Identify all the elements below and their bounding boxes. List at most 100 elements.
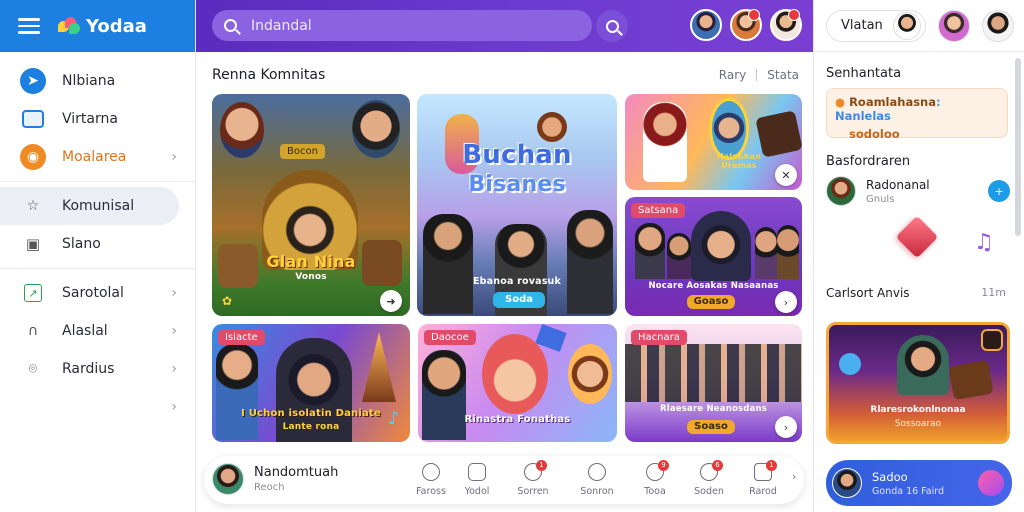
picture-icon: ▣	[25, 235, 41, 253]
sidebar-item-8[interactable]: ⌾ Rardius ›	[0, 350, 195, 388]
card-tag: Bocon	[280, 144, 325, 159]
send-icon: ➤	[20, 68, 46, 94]
dock-label: Rarod	[749, 486, 777, 497]
avatar[interactable]	[937, 9, 970, 42]
dock-label: Sonron	[580, 486, 614, 497]
card-tag: Isiacte	[218, 330, 265, 345]
account-pill[interactable]: Vlatan	[826, 9, 926, 42]
watch-pill[interactable]: Goaso	[687, 295, 735, 309]
account-name: Vlatan	[841, 18, 883, 33]
media-card[interactable]: Buchan Bisanes Ebanoa rovasuk Soda	[417, 94, 617, 316]
card-title: Rlaresrokonlnonaa	[870, 405, 966, 415]
media-card[interactable]: Bocon Glan Nina Vonos ➜ ✿	[212, 94, 410, 316]
search-button[interactable]	[596, 10, 628, 42]
play-button[interactable]	[978, 470, 1004, 496]
dock-user[interactable]: Nandomtuah Reoch	[212, 463, 338, 495]
avatar	[212, 463, 244, 495]
sidebar-item-5[interactable]: ▣ Slano	[0, 225, 195, 263]
section-title: Basfordraren	[826, 154, 911, 169]
chart-icon: ↗	[20, 280, 46, 306]
search-icon	[422, 463, 440, 481]
avatar[interactable]	[690, 9, 722, 41]
notification-badge: 6	[712, 460, 723, 471]
star-icon: ☆	[26, 198, 40, 214]
filter-link-1[interactable]: Rary	[719, 68, 746, 82]
menu-icon[interactable]	[18, 18, 40, 34]
card-title: Nocare Aosakas Nasaanas	[648, 281, 779, 291]
close-icon[interactable]: ✕	[775, 164, 797, 186]
media-card[interactable]: Isiacte I Uchon isolatin Daniate Lante r…	[212, 324, 410, 442]
sidebar-item-2[interactable]: Virtarna	[0, 100, 195, 138]
section-header: Renna Komnitas Rary Stata	[212, 66, 799, 84]
sidebar-item-3[interactable]: ◉ Moalarea ›	[0, 138, 195, 176]
sidebar-item-7[interactable]: ∩ Alaslal ›	[0, 312, 195, 350]
card-title: Rlaesare Neanosdans	[660, 404, 767, 414]
dock-item-search[interactable]: Faross	[406, 463, 456, 497]
right-panel: Vlatan Senhantata ● Roamlahasna: Nanlela…	[813, 0, 1024, 512]
watch-pill[interactable]: Soda	[493, 292, 545, 308]
promo-highlight: Nanlelas	[835, 109, 891, 123]
friend-name: Radonanal	[866, 177, 930, 192]
mini-player[interactable]: Sadoo Gonda 16 Faird	[826, 460, 1012, 506]
card-tag: Satsana	[631, 203, 686, 218]
sidebar-item-6[interactable]: ↗ Sarotolal ›	[0, 274, 195, 312]
player-title: Sadoo	[872, 469, 908, 484]
chevron-right-icon[interactable]: ›	[792, 470, 796, 483]
section-title: Senhantata	[826, 66, 902, 81]
dock-item-chat[interactable]: 1 Sorren	[508, 460, 558, 497]
location-icon: ⌾	[28, 361, 38, 377]
arrow-icon[interactable]: ➜	[380, 290, 402, 312]
sidebar-item-1[interactable]: ➤ Nlbiana	[0, 62, 195, 100]
promo-banner[interactable]: ● Roamlahasna: Nanlelas sodoloo	[826, 88, 1008, 141]
sidebar-item-more[interactable]: ›	[0, 388, 195, 426]
card-tag: Hacnara	[631, 330, 687, 345]
dock-label: Yodol	[464, 486, 490, 497]
media-card[interactable]: Daocoe Rinastra Fonathas	[418, 324, 617, 442]
main-content: Renna Komnitas Rary Stata Bocon Glan Nin…	[196, 52, 813, 512]
arrow-icon[interactable]: ›	[775, 291, 797, 313]
notification-badge	[748, 9, 760, 21]
headset-icon: ∩	[27, 323, 39, 339]
dock-item-gift[interactable]: 1 Rarod	[738, 460, 788, 497]
gift-icon: 1	[754, 460, 777, 481]
avatar[interactable]	[981, 9, 1014, 42]
right-header: Vlatan	[814, 0, 1024, 52]
notification-badge: 1	[536, 460, 547, 471]
app-logo[interactable]: Yodaa	[58, 16, 147, 37]
screen-icon	[20, 106, 46, 132]
search-input[interactable]	[251, 17, 571, 34]
featured-card[interactable]: Rlaresrokonlnonaa Sossoarao	[826, 322, 1010, 444]
sidebar-item-label: Komunisal	[62, 198, 135, 214]
media-card[interactable]: Satsana Nocare Aosakas Nasaanas Goaso ›	[625, 197, 802, 316]
artist-header: Carlsort Anvis 11m	[826, 286, 1006, 300]
sidebar-item-label: Nlbiana	[62, 73, 116, 89]
scrollbar[interactable]	[1015, 58, 1021, 236]
sidebar-nav: ➤ Nlbiana Virtarna ◉ Moalarea › ☆ Komuni…	[0, 62, 195, 426]
sidebar-item-4[interactable]: ☆ Komunisal	[0, 187, 179, 225]
media-card[interactable]: Haloohan Uramas ✕	[625, 94, 802, 190]
filter-link-2[interactable]: Stata	[767, 68, 799, 82]
media-card[interactable]: Hacnara Rlaesare Neanosdans Soaso ›	[625, 324, 802, 442]
card-subtitle: Lante rona	[282, 422, 340, 432]
badge-icon	[981, 329, 1003, 351]
sidebar-item-label: Sarotolal	[62, 285, 124, 301]
friend-row[interactable]: Radonanal Gnuls +	[826, 176, 1010, 206]
app-name: Yodaa	[86, 15, 147, 37]
dock-item-messages[interactable]: 9 Tooa	[630, 460, 680, 497]
friend-status: Gnuls	[866, 193, 895, 205]
divider	[756, 69, 758, 81]
card-tag: Daocoe	[424, 330, 476, 345]
card-title: Ebanoa rovasuk	[472, 276, 562, 287]
dock-item-video[interactable]: Yodol	[452, 463, 502, 497]
dock-item-send[interactable]: 6 Soden	[684, 460, 734, 497]
chevron-right-icon: ›	[171, 149, 177, 165]
chevron-right-icon: ›	[171, 399, 177, 415]
add-friend-button[interactable]: +	[988, 180, 1010, 202]
header-actions: Rary Stata	[719, 68, 799, 82]
logo-bar: Yodaa	[0, 0, 195, 52]
arrow-icon[interactable]: ›	[775, 416, 797, 438]
watch-pill[interactable]: Soaso	[687, 420, 735, 434]
card-subtitle: Sossoarao	[894, 419, 942, 429]
avatar	[826, 176, 856, 206]
dock-item-profile[interactable]: Sonron	[572, 463, 622, 497]
